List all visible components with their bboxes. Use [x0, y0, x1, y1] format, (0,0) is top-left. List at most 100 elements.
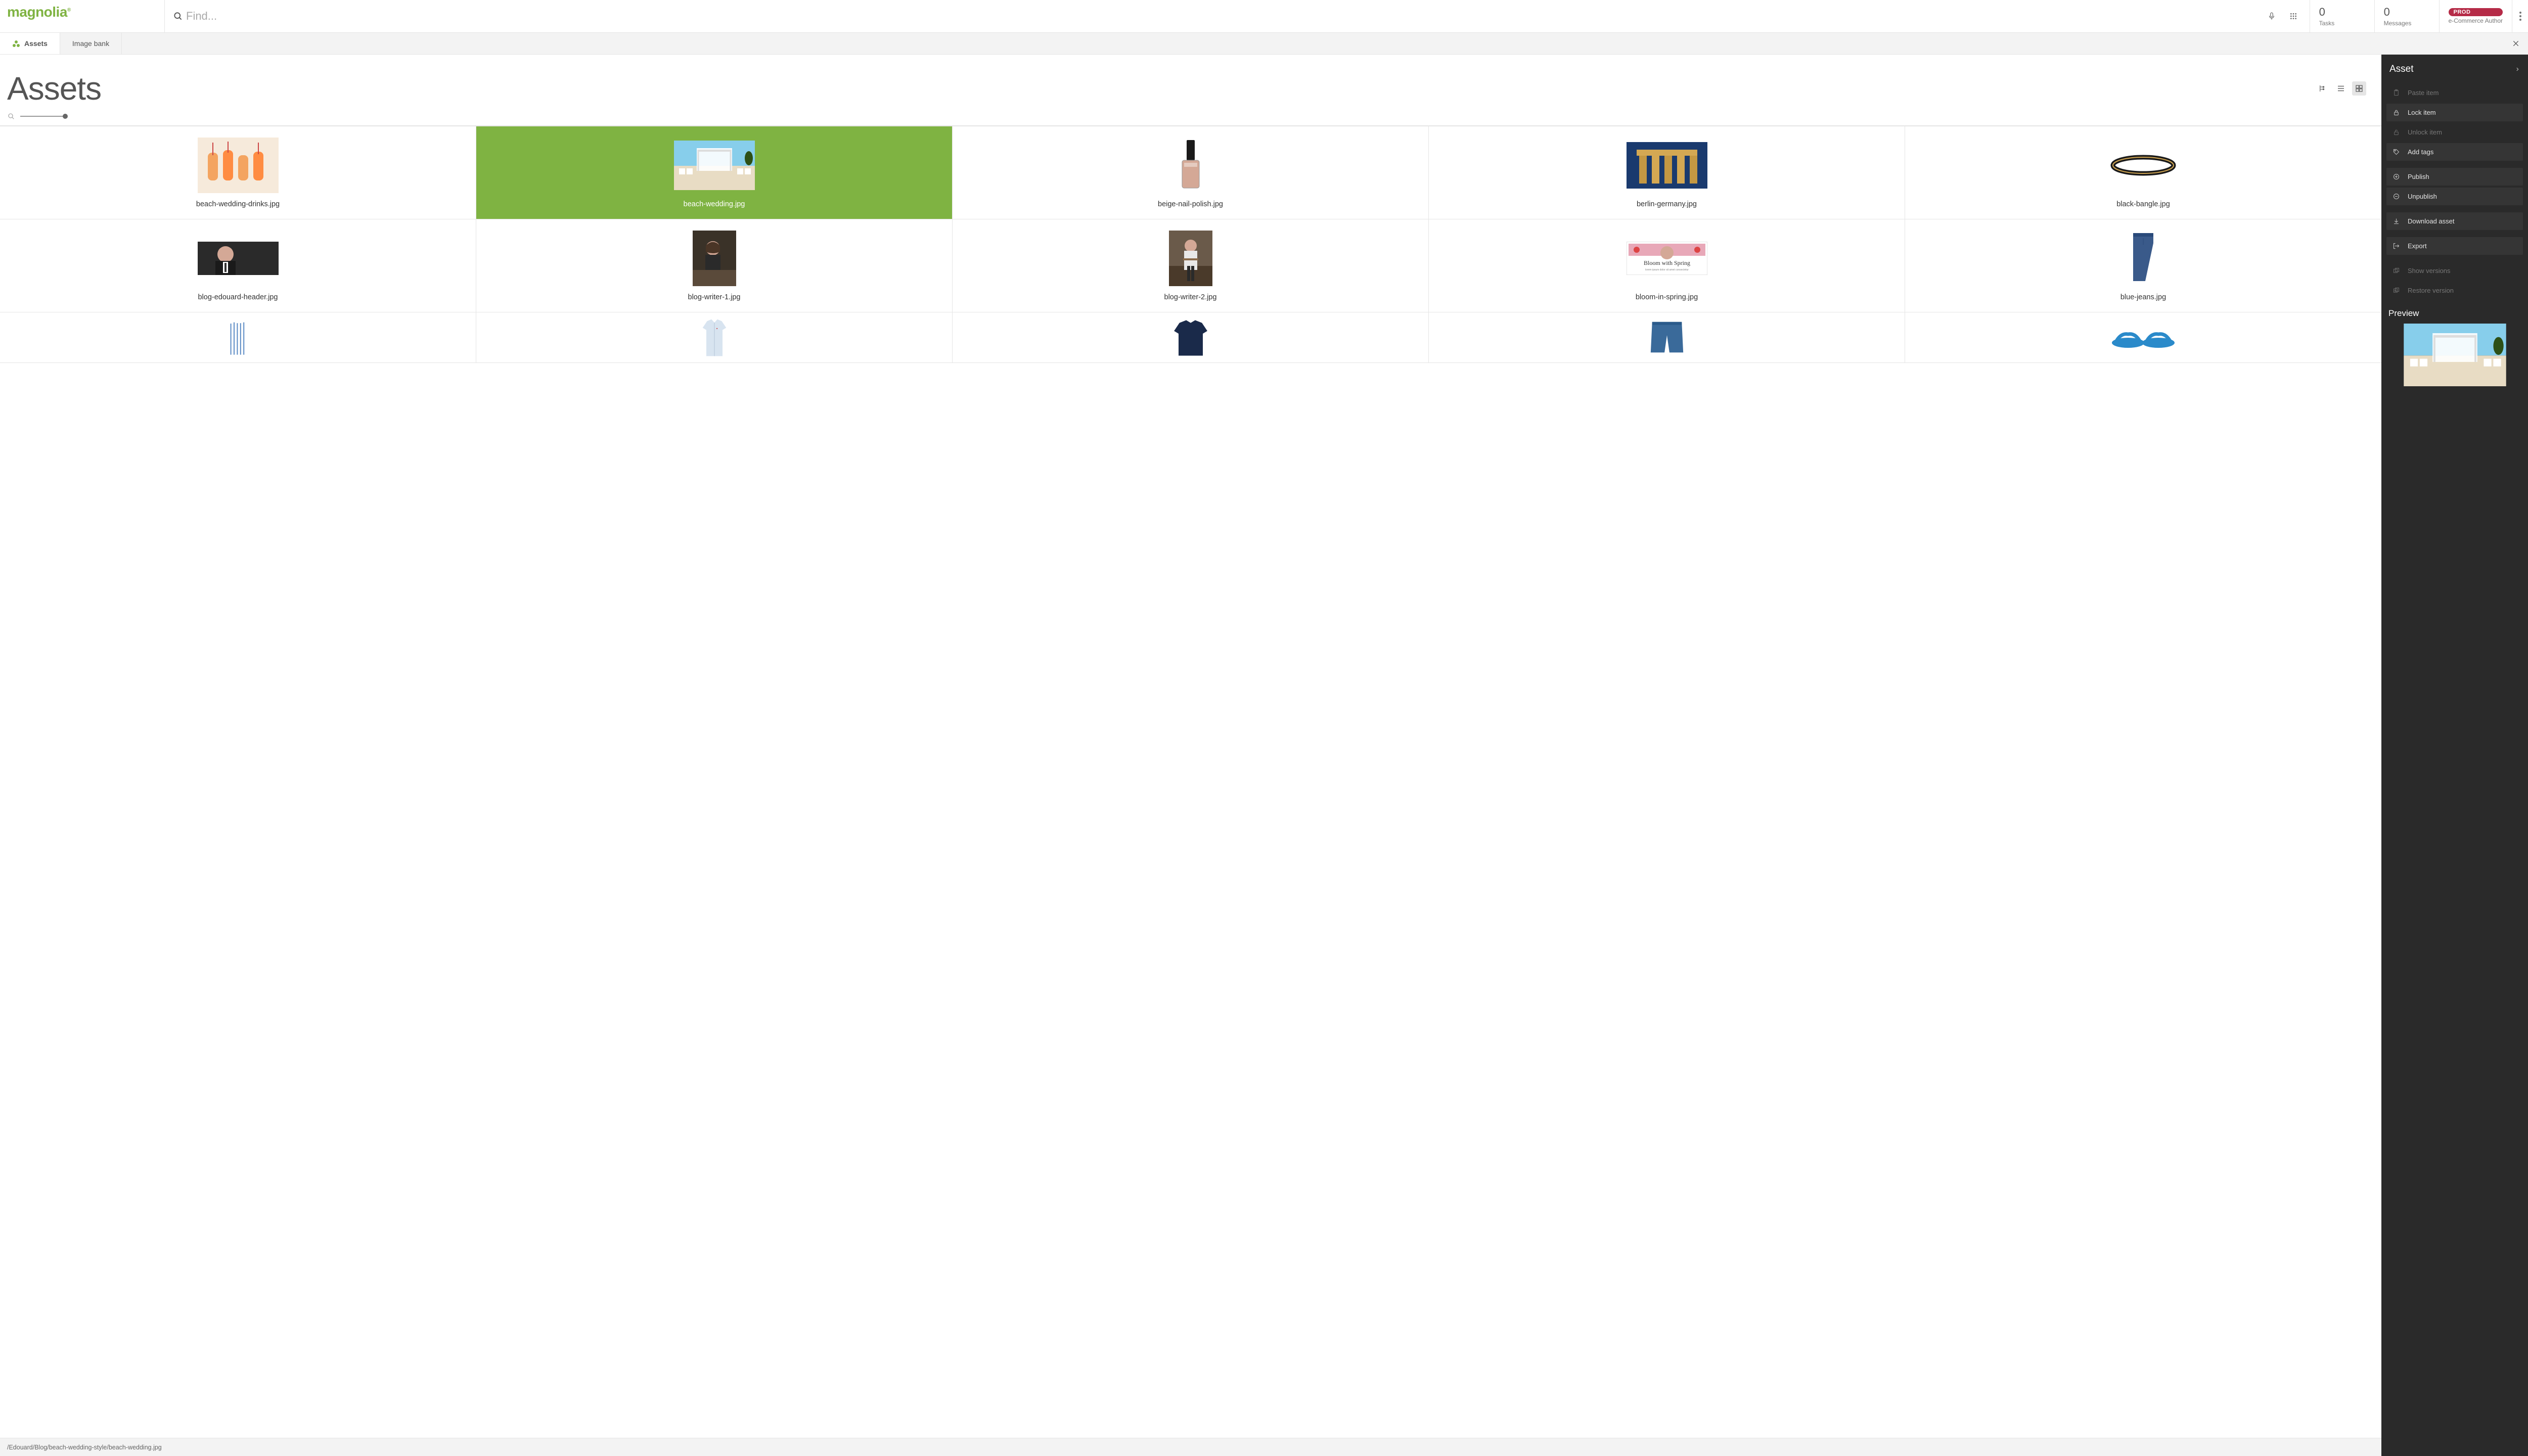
messages-count: 0 [2384, 6, 2430, 19]
user-role: e-Commerce Author [2449, 17, 2503, 24]
action-publish[interactable]: Publish [2386, 168, 2523, 186]
page-title: Assets [7, 70, 101, 107]
preview-title: Preview [2386, 303, 2523, 322]
search-box [164, 0, 2310, 32]
search-icon [170, 11, 186, 21]
tab-label: Assets [24, 39, 48, 48]
asset-thumbnail [2103, 317, 2184, 357]
user-segment[interactable]: PROD e-Commerce Author [2439, 0, 2512, 32]
asset-card[interactable]: blue-stripe-shirt.jpg [0, 312, 476, 363]
mic-icon[interactable] [2264, 12, 2279, 21]
preview-image [2403, 324, 2507, 386]
asset-filename: blog-edouard-header.jpg [198, 293, 278, 301]
action-restore: Restore version [2386, 282, 2523, 299]
asset-thumbnail [1627, 317, 1707, 357]
asset-card[interactable]: blog-edouard-header.jpg [0, 219, 476, 312]
topbar: magnolia® 0 Tasks 0 Messages [0, 0, 2528, 33]
tasks-count: 0 [2319, 6, 2365, 19]
asset-card[interactable]: blue-sandals.jpg [1905, 312, 2381, 363]
asset-card[interactable]: Bloom with Spring lorem ipsum dolor sit a… [1429, 219, 1905, 312]
asset-filename: blog-writer-1.jpg [688, 293, 741, 301]
asset-grid: beach-wedding-drinks.jpg beach-wedding.jp… [0, 126, 2381, 363]
status-bar: /Edouard/Blog/beach-wedding-style/beach-… [0, 1438, 2381, 1456]
asset-card[interactable]: beige-nail-polish.jpg [953, 126, 1429, 219]
asset-card[interactable]: blue-jeans.jpg [1905, 219, 2381, 312]
download-icon [2392, 217, 2401, 225]
chevron-right-icon[interactable] [2515, 67, 2520, 72]
tabbar: Assets Image bank [0, 33, 2528, 55]
tag-icon [2392, 148, 2401, 156]
unpublish-icon [2392, 193, 2401, 200]
apps-icon[interactable] [2286, 12, 2300, 20]
asset-thumbnail [674, 231, 755, 286]
filter-search-icon[interactable] [7, 112, 15, 120]
search-input[interactable] [186, 10, 2264, 23]
asset-thumbnail: Bloom with Spring lorem ipsum dolor sit a… [1627, 231, 1707, 286]
lock-icon [2392, 109, 2401, 116]
asset-card[interactable]: blog-writer-1.jpg [476, 219, 953, 312]
asset-thumbnail [198, 138, 279, 193]
tab-image-bank[interactable]: Image bank [60, 33, 122, 54]
action-unlock: Unlock item [2386, 123, 2523, 141]
filterbar [0, 109, 2381, 125]
publish-icon [2392, 173, 2401, 180]
logo[interactable]: magnolia® [0, 0, 164, 32]
action-export[interactable]: Export [2386, 237, 2523, 255]
asset-thumbnail [2103, 138, 2184, 193]
assets-icon [12, 40, 19, 47]
grid-view-button[interactable] [2352, 81, 2366, 96]
asset-card[interactable]: blue-shorts.jpg [1429, 312, 1905, 363]
action-unpublish[interactable]: Unpublish [2386, 188, 2523, 205]
action-label: Show versions [2408, 267, 2451, 275]
tree-view-button[interactable] [2316, 81, 2330, 96]
asset-filename: bloom-in-spring.jpg [1636, 293, 1698, 301]
more-menu[interactable] [2512, 0, 2528, 32]
svg-text:Bloom with Spring: Bloom with Spring [1643, 259, 1690, 266]
asset-thumbnail [2103, 231, 2184, 286]
asset-card[interactable]: blog-writer-2.jpg [953, 219, 1429, 312]
svg-text:lorem ipsum dolor sit amet con: lorem ipsum dolor sit amet consectetur [1645, 268, 1689, 271]
tab-assets[interactable]: Assets [0, 33, 60, 54]
action-label: Export [2408, 242, 2427, 250]
asset-thumbnail [1150, 231, 1231, 286]
asset-card[interactable]: berlin-germany.jpg [1429, 126, 1905, 219]
asset-thumbnail [674, 317, 755, 358]
asset-thumbnail [1150, 317, 1231, 358]
export-icon [2392, 242, 2401, 250]
asset-filename: blue-jeans.jpg [2120, 293, 2166, 301]
asset-filename: berlin-germany.jpg [1637, 200, 1697, 208]
action-versions: Show versions [2386, 262, 2523, 280]
action-tag[interactable]: Add tags [2386, 143, 2523, 161]
close-button[interactable] [2504, 33, 2528, 54]
asset-card[interactable]: beach-wedding-drinks.jpg [0, 126, 476, 219]
versions-icon [2392, 267, 2401, 275]
status-path: /Edouard/Blog/beach-wedding-style/beach-… [7, 1444, 162, 1451]
action-lock[interactable]: Lock item [2386, 104, 2523, 121]
zoom-slider[interactable] [20, 116, 66, 117]
action-download[interactable]: Download asset [2386, 212, 2523, 230]
action-panel-title: Asset [2389, 64, 2414, 75]
asset-filename: beige-nail-polish.jpg [1158, 200, 1223, 208]
titlebar: Assets [0, 55, 2381, 109]
unlock-icon [2392, 128, 2401, 136]
list-view-button[interactable] [2334, 81, 2348, 96]
messages-segment[interactable]: 0 Messages [2374, 0, 2439, 32]
asset-filename: black-bangle.jpg [2116, 200, 2170, 208]
action-label: Publish [2408, 173, 2429, 180]
asset-filename: beach-wedding.jpg [684, 200, 745, 208]
restore-icon [2392, 287, 2401, 294]
asset-thumbnail [1627, 138, 1707, 193]
action-label: Restore version [2408, 287, 2454, 294]
asset-card[interactable]: blue-oxford-shirt.jpg [476, 312, 953, 363]
asset-thumbnail [198, 231, 279, 286]
action-panel: Asset Paste itemLock itemUnlock itemAdd … [2381, 55, 2528, 1456]
asset-card[interactable]: black-bangle.jpg [1905, 126, 2381, 219]
tasks-segment[interactable]: 0 Tasks [2310, 0, 2374, 32]
action-label: Unpublish [2408, 193, 2437, 200]
asset-card[interactable]: beach-wedding.jpg [476, 126, 953, 219]
action-label: Unlock item [2408, 128, 2442, 136]
paste-icon [2392, 89, 2401, 97]
asset-card[interactable]: navy-sweater.jpg [953, 312, 1429, 363]
asset-filename: beach-wedding-drinks.jpg [196, 200, 280, 208]
action-label: Download asset [2408, 217, 2455, 225]
